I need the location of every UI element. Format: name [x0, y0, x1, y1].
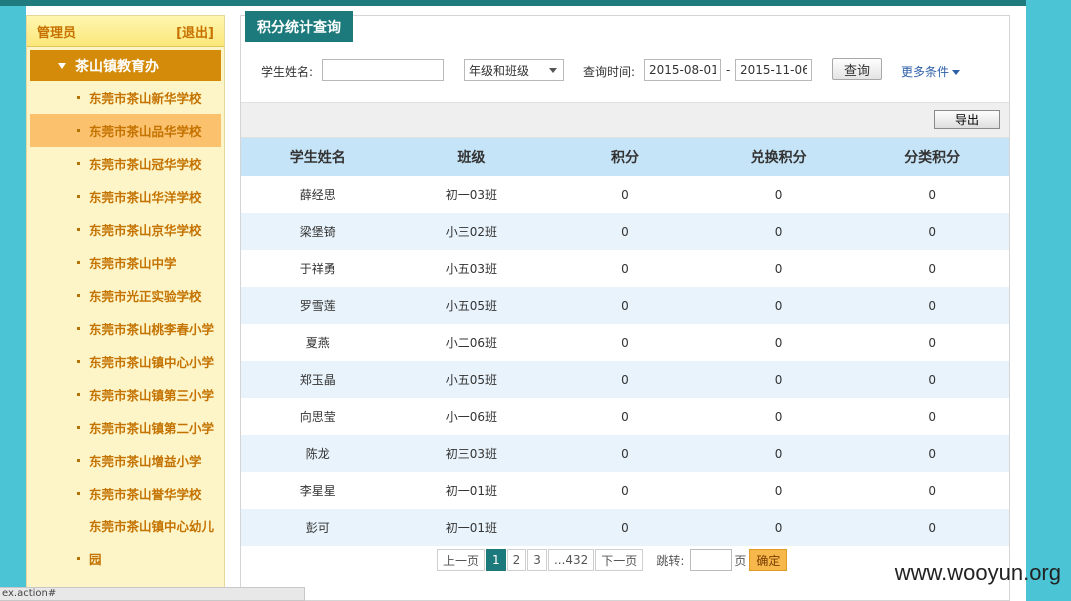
column-header: 兑换积分: [701, 138, 856, 176]
bullet-icon: [77, 162, 80, 165]
bullet-icon: [77, 459, 80, 462]
sidebar-item[interactable]: 东莞市茶山新华学校: [30, 81, 221, 114]
query-time-label: 查询时间:: [583, 65, 636, 79]
bullet-icon: [77, 426, 80, 429]
sidebar-item[interactable]: 东莞市茶山京华学校: [30, 213, 221, 246]
bullet-icon: [77, 360, 80, 363]
score-table: 学生姓名 班级 积分 兑换积分 分类积分 薛经思 初一03班 0 0 0 梁堡锜 小三02…: [241, 138, 1009, 546]
sidebar-item[interactable]: 东莞市光正实验学校: [30, 279, 221, 312]
sidebar: 管理员 [退出] 茶山镇教育办 东莞市茶山新华学校 东莞市茶山品华学校 东莞市茶…: [26, 15, 225, 601]
table-row: 梁堡锜 小三02班 0 0 0: [241, 213, 1009, 250]
table-row: 夏燕 小二06班 0 0 0: [305, 335, 936, 351]
bullet-icon: [77, 96, 80, 99]
sidebar-header: 管理员 [退出]: [27, 16, 224, 47]
jump-label: 跳转:: [656, 553, 685, 568]
table-row: 陈龙 初三03班 0 0 0: [241, 435, 1009, 472]
sidebar-items: 东莞市茶山新华学校 东莞市茶山品华学校 东莞市茶山冠华学校 东莞市茶山华洋学校 …: [30, 81, 221, 576]
table-toolbar: 导出: [241, 102, 1009, 138]
chevron-down-icon: [952, 70, 961, 75]
jump-page-input[interactable]: [690, 549, 733, 571]
table-row: 薛经思 初一03班 0 0 0: [299, 187, 936, 203]
sidebar-item-active[interactable]: 东莞市茶山品华学校: [30, 114, 221, 147]
query-button[interactable]: 查询: [832, 58, 882, 80]
page-button[interactable]: 3: [527, 549, 547, 571]
bullet-icon: [77, 492, 80, 495]
sidebar-group-chashan[interactable]: 茶山镇教育办: [30, 50, 221, 81]
sidebar-item[interactable]: 东莞市茶山镇第三小学: [30, 378, 221, 411]
table-row: 向思莹 小一06班 0 0 0: [299, 409, 936, 425]
table-row: 罗雪莲 小五05班 0 0 0: [241, 287, 1009, 324]
table-row: 于祥勇 小五03班 0 0 0: [299, 261, 936, 277]
date-to-input[interactable]: [735, 59, 812, 81]
pagination: 上一页 1 2 3 ...432 下一页 跳转: 页 确定: [437, 548, 788, 572]
chevron-down-icon: [549, 68, 557, 73]
column-header: 班级: [394, 138, 549, 176]
page-button-last[interactable]: ...432: [547, 549, 595, 571]
logout-link[interactable]: [退出]: [176, 22, 214, 41]
watermark: www.wooyun.org: [894, 560, 1061, 585]
more-conditions-link[interactable]: 更多条件: [901, 63, 961, 80]
sidebar-item[interactable]: 东莞市茶山增益小学: [30, 444, 221, 477]
sidebar-item[interactable]: 东莞市茶山冠华学校: [30, 147, 221, 180]
search-bar: 学生姓名: 年级和班级 查询时间: - 查询 更多条件: [241, 54, 1009, 88]
jump-confirm-button[interactable]: 确定: [749, 549, 788, 571]
bullet-icon: [77, 195, 80, 198]
bullet-icon: [77, 557, 80, 560]
bullet-icon: [77, 393, 80, 396]
student-name-label: 学生姓名:: [261, 65, 314, 79]
date-separator: -: [726, 63, 731, 77]
page-button[interactable]: 2: [506, 549, 527, 571]
sidebar-item[interactable]: 东莞市茶山桃李春小学: [30, 312, 221, 345]
bullet-icon: [77, 294, 80, 297]
table-header-row: 学生姓名 班级 积分 兑换积分 分类积分: [241, 138, 1009, 176]
user-label: 管理员: [37, 25, 77, 41]
column-header: 积分: [548, 138, 702, 176]
sidebar-item[interactable]: 东莞市茶山镇中心幼儿园: [30, 510, 221, 576]
table-row: 李星星 初一01班 0 0 0: [299, 483, 936, 499]
table-row: 郑玉晶 小五05班 0 0 0: [241, 361, 1009, 398]
sidebar-item[interactable]: 东莞市茶山镇中心小学: [30, 345, 221, 378]
main-panel: 积分统计查询 学生姓名: 年级和班级 查询时间: - 查询 更多条件 导出 学生…: [240, 11, 1010, 601]
bullet-icon: [77, 327, 80, 330]
bullet-icon: [77, 129, 80, 132]
prev-page-button[interactable]: 上一页: [437, 549, 486, 571]
table-row: 彭可 初一01班 0 0 0: [241, 509, 1009, 546]
sidebar-item[interactable]: 东莞市茶山中学: [30, 246, 221, 279]
sidebar-item[interactable]: 东莞市茶山镇第二小学: [30, 411, 221, 444]
student-name-input[interactable]: [322, 59, 444, 81]
bullet-icon: [77, 228, 80, 231]
column-header: 分类积分: [855, 138, 1009, 176]
sidebar-group-label: 茶山镇教育办: [75, 58, 159, 75]
triangle-down-icon: [58, 63, 66, 69]
bullet-icon: [77, 261, 80, 264]
sidebar-item[interactable]: 东莞市茶山华洋学校: [30, 180, 221, 213]
page-unit-label: 页: [734, 553, 747, 568]
browser-status-bar: ex.action#: [0, 587, 305, 601]
export-button[interactable]: 导出: [934, 110, 1000, 129]
date-from-input[interactable]: [644, 59, 721, 81]
next-page-button[interactable]: 下一页: [595, 549, 644, 571]
page-title: 积分统计查询: [245, 11, 353, 42]
grade-class-select[interactable]: 年级和班级: [464, 59, 564, 81]
column-header: 学生姓名: [241, 138, 395, 176]
page-button-current[interactable]: 1: [486, 549, 506, 571]
sidebar-item[interactable]: 东莞市茶山誉华学校: [30, 477, 221, 510]
